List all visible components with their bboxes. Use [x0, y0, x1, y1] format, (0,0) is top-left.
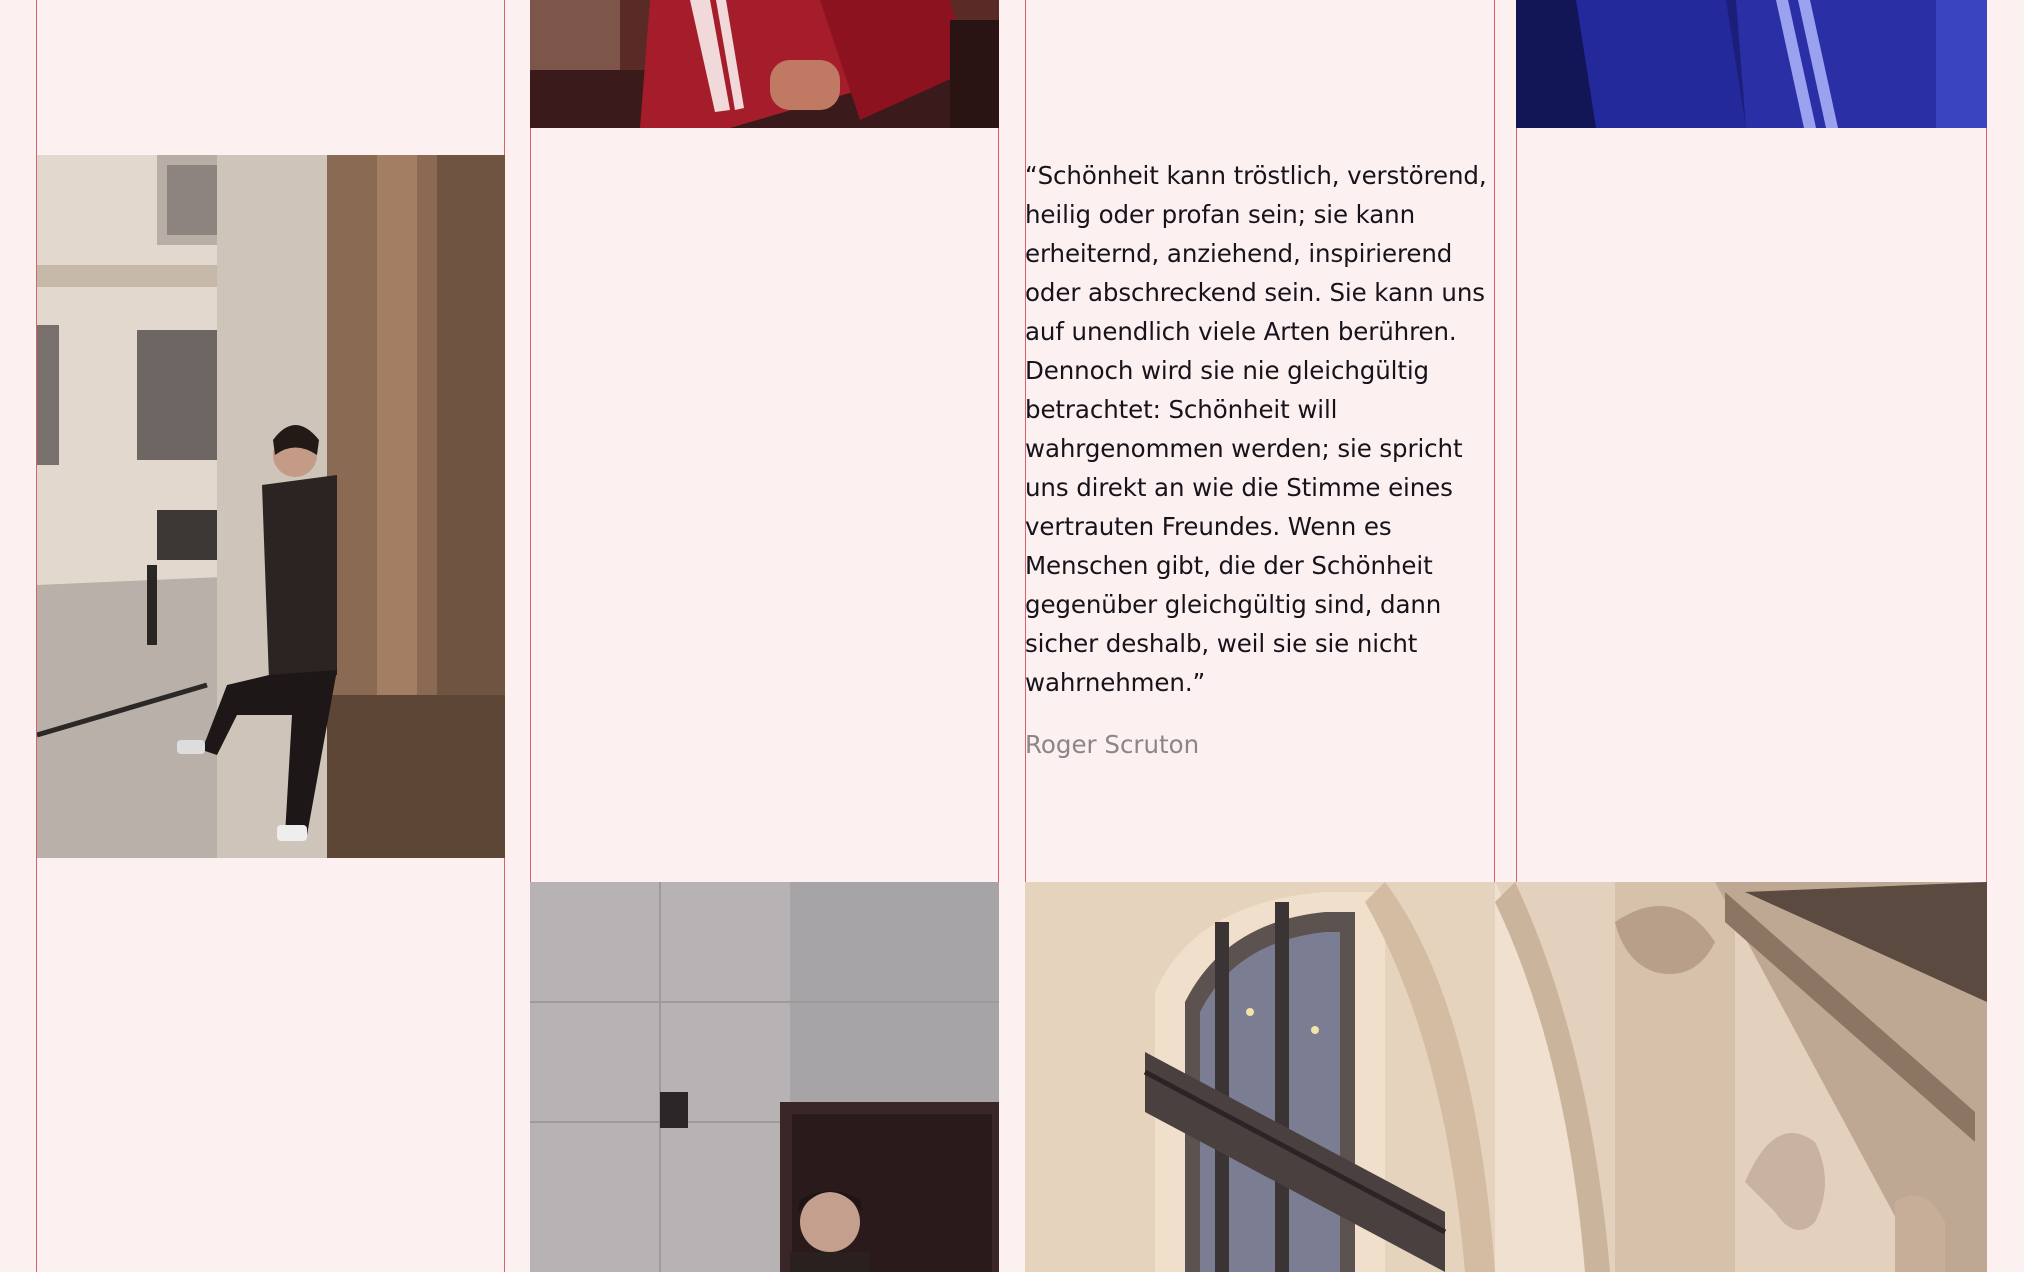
man-at-door-photo [530, 882, 999, 1272]
red-tracksuit-photo [530, 0, 999, 128]
quote-author: Roger Scruton [1025, 730, 1200, 759]
blue-tracksuit-photo [1516, 0, 1987, 128]
man-leaning-on-pillar-photo [37, 155, 505, 858]
arched-window-facade-photo [1025, 882, 1495, 1272]
ornate-cornice-facade-photo [1495, 882, 1987, 1272]
quote-text: “Schönheit kann tröstlich, verstörend, h… [1025, 161, 1487, 697]
